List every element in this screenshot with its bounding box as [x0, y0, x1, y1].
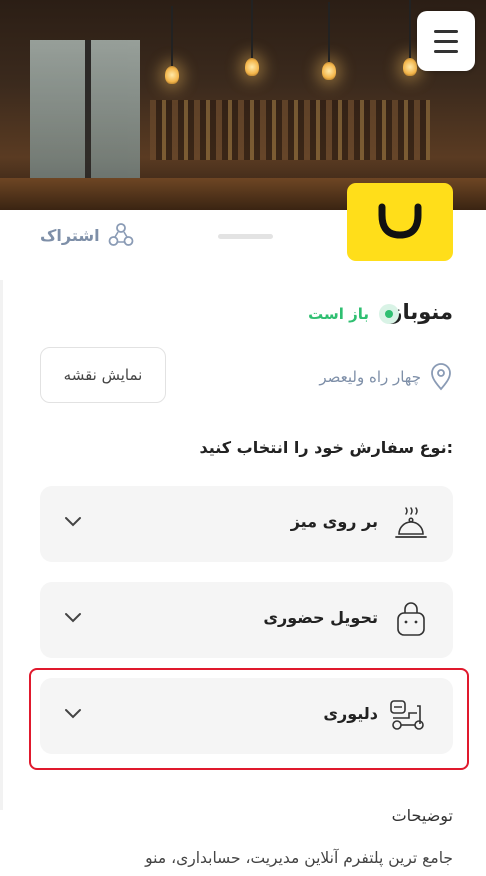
show-map-button[interactable]: نمایش نقشه [40, 347, 166, 403]
cover-lamp-decoration [403, 0, 417, 76]
cover-shelves-decoration [150, 100, 430, 160]
order-option-label: بر روی میز [290, 512, 378, 531]
location-pin-icon [431, 363, 451, 391]
status-dot-icon [379, 304, 399, 324]
cover-image [0, 0, 486, 210]
hamburger-menu-icon [434, 30, 458, 33]
hamburger-menu-icon-line [434, 40, 458, 43]
open-status-label: باز است [308, 305, 369, 323]
description-text: جامع ترین پلتفرم آنلاین مدیریت، حسابداری… [145, 849, 453, 867]
share-button[interactable]: اشتراک [40, 222, 134, 248]
store-name: منوباز [390, 300, 453, 324]
food-cloche-icon [395, 507, 427, 538]
open-status: باز است [308, 304, 399, 324]
cover-lamp-decoration [322, 2, 336, 80]
hamburger-menu-icon-line [434, 50, 458, 53]
order-option-pickup[interactable]: تحویل حضوری [40, 582, 453, 658]
chevron-down-icon [65, 517, 81, 527]
store-address: چهار راه ولیعصر [319, 363, 453, 391]
order-option-dine-in[interactable]: بر روی میز [40, 486, 453, 562]
address-text: چهار راه ولیعصر [319, 368, 421, 386]
chevron-down-icon [65, 613, 81, 623]
share-label: اشتراک [40, 225, 100, 245]
menu-button[interactable] [417, 11, 475, 71]
description-heading: توضیحات [391, 806, 453, 825]
order-type-heading: نوع سفارش خود را انتخاب کنید: [199, 438, 454, 457]
order-option-label: تحویل حضوری [263, 608, 378, 627]
cover-lamp-decoration [165, 6, 179, 84]
cover-window-decoration [30, 40, 140, 190]
drag-handle[interactable] [218, 234, 273, 239]
share-icon [108, 223, 133, 246]
cover-lamp-decoration [245, 0, 259, 76]
side-divider [0, 280, 3, 810]
shopping-bag-icon [397, 602, 425, 636]
store-logo [347, 183, 453, 261]
delivery-highlight-frame [29, 668, 469, 770]
store-logo-icon [378, 203, 422, 239]
